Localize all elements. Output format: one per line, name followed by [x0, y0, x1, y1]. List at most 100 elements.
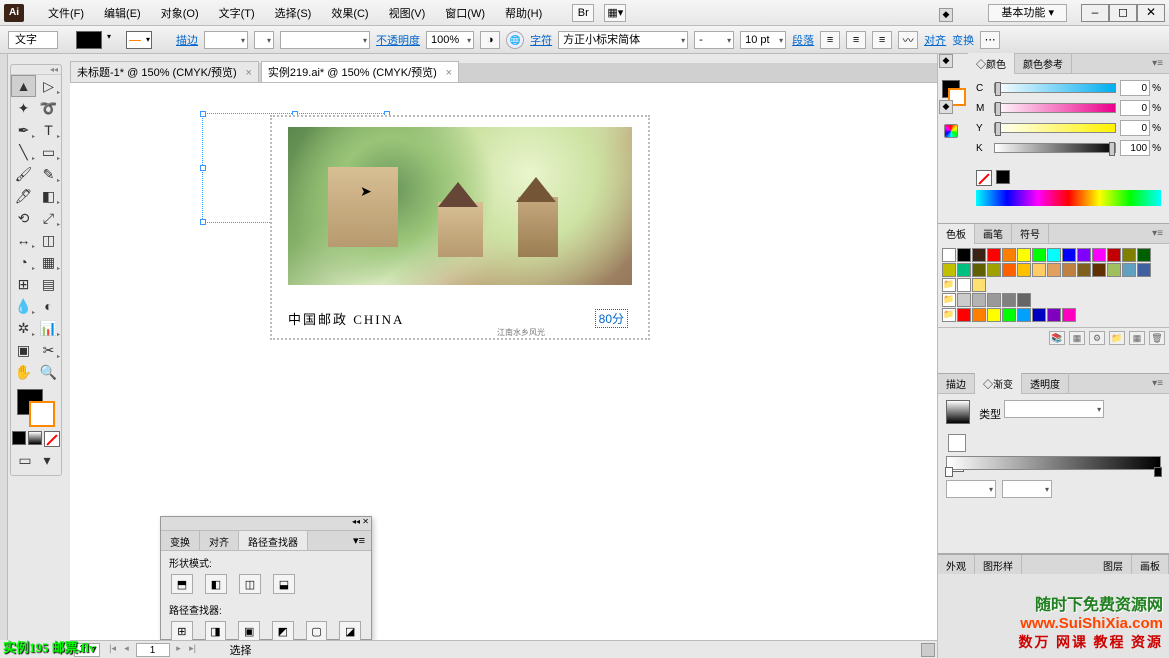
pencil-tool[interactable]: ✎▸	[36, 163, 61, 185]
tools-panel-header[interactable]: ◂◂	[11, 65, 61, 75]
swatch[interactable]	[1092, 248, 1106, 262]
screen-mode-normal-icon[interactable]: ▭	[15, 451, 35, 469]
swatch[interactable]	[1017, 293, 1031, 307]
selection-tool[interactable]: ▲	[11, 75, 36, 97]
swatch[interactable]	[1137, 263, 1151, 277]
last-color-swatch[interactable]	[996, 170, 1010, 184]
gradient-fill-icon[interactable]	[948, 434, 966, 452]
gradient-mode-icon[interactable]	[28, 431, 42, 445]
menu-help[interactable]: 帮助(H)	[495, 5, 552, 21]
gradient-tool[interactable]: ▤	[36, 273, 61, 295]
tab-symbols[interactable]: 符号	[1012, 223, 1049, 244]
tab-transparency[interactable]: 透明度	[1022, 373, 1069, 394]
swatch[interactable]	[1002, 308, 1016, 322]
tab-appearance[interactable]: 外观	[938, 555, 975, 574]
3d-color-icon[interactable]	[944, 124, 958, 138]
swatch[interactable]	[972, 263, 986, 277]
menu-edit[interactable]: 编辑(E)	[94, 5, 151, 21]
tab-color[interactable]: ◇颜色	[968, 53, 1015, 74]
swatch[interactable]	[942, 248, 956, 262]
cmyk-slider[interactable]	[994, 103, 1116, 113]
cmyk-input[interactable]	[1120, 120, 1150, 136]
swatch[interactable]	[1002, 263, 1016, 277]
document-tab[interactable]: 实例219.ai* @ 150% (CMYK/预览) ×	[261, 61, 459, 82]
stroke-link[interactable]: 描边	[176, 32, 198, 48]
brush-def-dropdown[interactable]	[280, 31, 370, 49]
rectangle-tool[interactable]: ▭▸	[36, 141, 61, 163]
opacity-link[interactable]: 不透明度	[376, 32, 420, 48]
swatch[interactable]	[1002, 248, 1016, 262]
trim-button[interactable]: ◨	[205, 621, 227, 641]
swatch[interactable]	[1107, 263, 1121, 277]
swatch[interactable]	[957, 278, 971, 292]
cmyk-input[interactable]	[1120, 100, 1150, 116]
cmyk-slider[interactable]	[994, 83, 1116, 93]
exclude-button[interactable]: ⬓	[273, 574, 295, 594]
new-group-icon[interactable]: 📁	[1109, 331, 1125, 345]
swatch[interactable]	[1092, 263, 1106, 277]
stroke-color-swatch[interactable]	[126, 31, 152, 49]
swatch-kind-icon[interactable]: ▦	[1069, 331, 1085, 345]
tab-pathfinder[interactable]: 路径查找器	[239, 531, 308, 550]
gradient-preview[interactable]	[946, 400, 970, 424]
gradient-ramp[interactable]	[946, 456, 1161, 470]
swatch[interactable]	[972, 278, 986, 292]
panel-menu-icon[interactable]: ▾≡	[1146, 58, 1169, 69]
pen-tool[interactable]: ✒▸	[11, 119, 36, 141]
cmyk-slider[interactable]	[994, 123, 1116, 133]
warp-icon[interactable]: 〰	[898, 31, 918, 49]
swatch[interactable]	[942, 263, 956, 277]
document-tab[interactable]: 未标题-1* @ 150% (CMYK/预览) ×	[70, 61, 259, 82]
opacity-dropdown[interactable]: 100%	[426, 31, 474, 49]
globe-icon[interactable]: 🌐	[506, 31, 524, 49]
zoom-tool[interactable]: 🔍	[36, 361, 61, 383]
dock-icon[interactable]: ◆	[939, 54, 953, 68]
swatch[interactable]	[972, 308, 986, 322]
minus-front-button[interactable]: ◧	[205, 574, 227, 594]
panel-menu-icon[interactable]: ▾≡	[1146, 378, 1169, 389]
paragraph-link[interactable]: 段落	[792, 32, 814, 48]
swatch[interactable]	[972, 248, 986, 262]
menu-select[interactable]: 选择(S)	[265, 5, 322, 21]
swatch[interactable]	[987, 308, 1001, 322]
swatch[interactable]	[957, 308, 971, 322]
swatch[interactable]	[1062, 248, 1076, 262]
eyedropper-tool[interactable]: 💧▸	[11, 295, 36, 317]
direct-selection-tool[interactable]: ▷▸	[36, 75, 61, 97]
blob-brush-tool[interactable]: 🖊	[11, 185, 36, 207]
swatch[interactable]	[1062, 308, 1076, 322]
cmyk-input[interactable]	[1120, 80, 1150, 96]
cmyk-slider[interactable]	[994, 143, 1116, 153]
minimize-button[interactable]: –	[1081, 4, 1109, 22]
character-link[interactable]: 字符	[530, 32, 552, 48]
fill-stroke-control[interactable]	[11, 387, 61, 429]
lasso-tool[interactable]: ➰	[36, 97, 61, 119]
font-size-dropdown[interactable]: 10 pt	[740, 31, 786, 49]
swatch[interactable]	[957, 263, 971, 277]
first-page-button[interactable]: |◂	[106, 643, 120, 657]
rotate-tool[interactable]: ⟲	[11, 207, 36, 229]
screen-mode-dropdown-icon[interactable]: ▾	[37, 451, 57, 469]
tab-align[interactable]: 对齐	[200, 531, 239, 550]
swatch[interactable]	[1017, 248, 1031, 262]
swatch-options-icon[interactable]: ⚙	[1089, 331, 1105, 345]
line-tool[interactable]: ╲▸	[11, 141, 36, 163]
menu-effect[interactable]: 效果(C)	[321, 5, 378, 21]
pathfinder-header[interactable]: ◂◂ ✕	[161, 517, 371, 531]
none-mode-icon[interactable]	[44, 431, 60, 447]
tab-layers[interactable]: 图层	[1095, 555, 1132, 574]
minus-back-button[interactable]: ◪	[339, 621, 361, 641]
align-right-icon[interactable]: ≡	[872, 31, 892, 49]
shape-builder-tool[interactable]: ◔▸	[11, 251, 36, 273]
stroke-weight-dropdown[interactable]	[204, 31, 248, 49]
swatch[interactable]	[1047, 248, 1061, 262]
free-transform-tool[interactable]: ◫	[36, 229, 61, 251]
swatch[interactable]	[987, 248, 1001, 262]
divide-button[interactable]: ⊞	[171, 621, 193, 641]
color-mode-icon[interactable]	[12, 431, 26, 445]
tab-transform[interactable]: 变换	[161, 531, 200, 550]
swatch[interactable]	[1077, 248, 1091, 262]
unite-button[interactable]: ⬒	[171, 574, 193, 594]
next-page-button[interactable]: ▸	[172, 643, 186, 657]
swatch[interactable]	[1032, 248, 1046, 262]
